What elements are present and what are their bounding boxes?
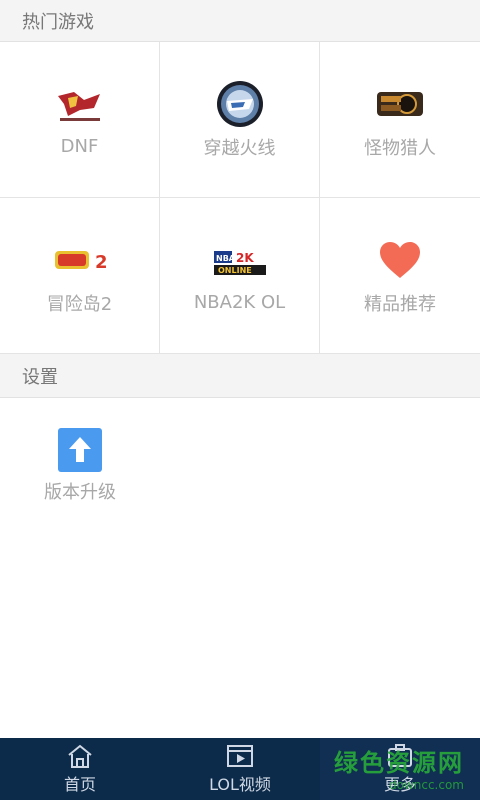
watermark-url: downcc.com <box>388 778 464 792</box>
tab-home[interactable]: 首页 <box>0 738 160 800</box>
game-tile-featured[interactable]: 精品推荐 <box>320 198 480 354</box>
tab-lol-video[interactable]: LOL视频 <box>160 738 320 800</box>
game-label-featured: 精品推荐 <box>364 293 436 315</box>
tab-home-label: 首页 <box>63 775 96 794</box>
site-watermark: 绿色资源网 downcc.com <box>334 743 464 792</box>
game-label-nba2k: NBA2K OL <box>193 292 286 313</box>
game-tile-crossfire[interactable]: 穿越火线 <box>160 42 320 198</box>
games-grid: DNF 穿越火线 怪物猎人 2 冒险岛2 NBA 2K ONLINE NBA2K… <box>0 42 480 354</box>
tab-lol-video-label: LOL视频 <box>209 775 271 794</box>
game-tile-monster-hunter[interactable]: 怪物猎人 <box>320 42 480 198</box>
hot-games-title: 热门游戏 <box>22 11 94 33</box>
settings-title: 设置 <box>22 366 58 388</box>
game-tile-maplestory2[interactable]: 2 冒险岛2 <box>0 198 160 354</box>
nba2k-logo-2k: 2K <box>236 251 254 265</box>
video-icon <box>227 745 253 767</box>
bottom-tab-bar: 首页 LOL视频 更多 绿色资源网 downcc.com <box>0 738 480 800</box>
version-upgrade-item[interactable]: 版本升级 <box>0 428 160 504</box>
game-label-dnf: DNF <box>60 136 99 157</box>
dnf-logo-icon <box>52 82 108 130</box>
nba2k-logo-nba: NBA <box>216 254 236 263</box>
heart-icon <box>372 236 428 284</box>
game-tile-dnf[interactable]: DNF <box>0 42 160 198</box>
home-icon <box>68 744 92 768</box>
game-label-maplestory2: 冒险岛2 <box>46 293 113 315</box>
upload-arrow-icon <box>58 428 102 472</box>
hot-games-header: 热门游戏 <box>0 0 480 42</box>
game-label-crossfire: 穿越火线 <box>203 137 276 159</box>
settings-header: 设置 <box>0 354 480 398</box>
monster-hunter-logo-icon <box>372 80 428 128</box>
version-upgrade-label: 版本升级 <box>44 482 116 503</box>
watermark-title: 绿色资源网 <box>334 749 464 777</box>
maplestory2-logo-icon: 2 <box>52 236 108 284</box>
game-tile-nba2k[interactable]: NBA 2K ONLINE NBA2K OL <box>160 198 320 354</box>
settings-area: 版本升级 <box>0 398 480 739</box>
maplestory2-logo-digit: 2 <box>95 252 107 273</box>
nba2k-logo-online: ONLINE <box>218 266 252 275</box>
crossfire-logo-icon <box>212 80 268 128</box>
game-label-monster-hunter: 怪物猎人 <box>364 137 436 159</box>
nba2k-online-logo-icon: NBA 2K ONLINE <box>212 238 268 286</box>
